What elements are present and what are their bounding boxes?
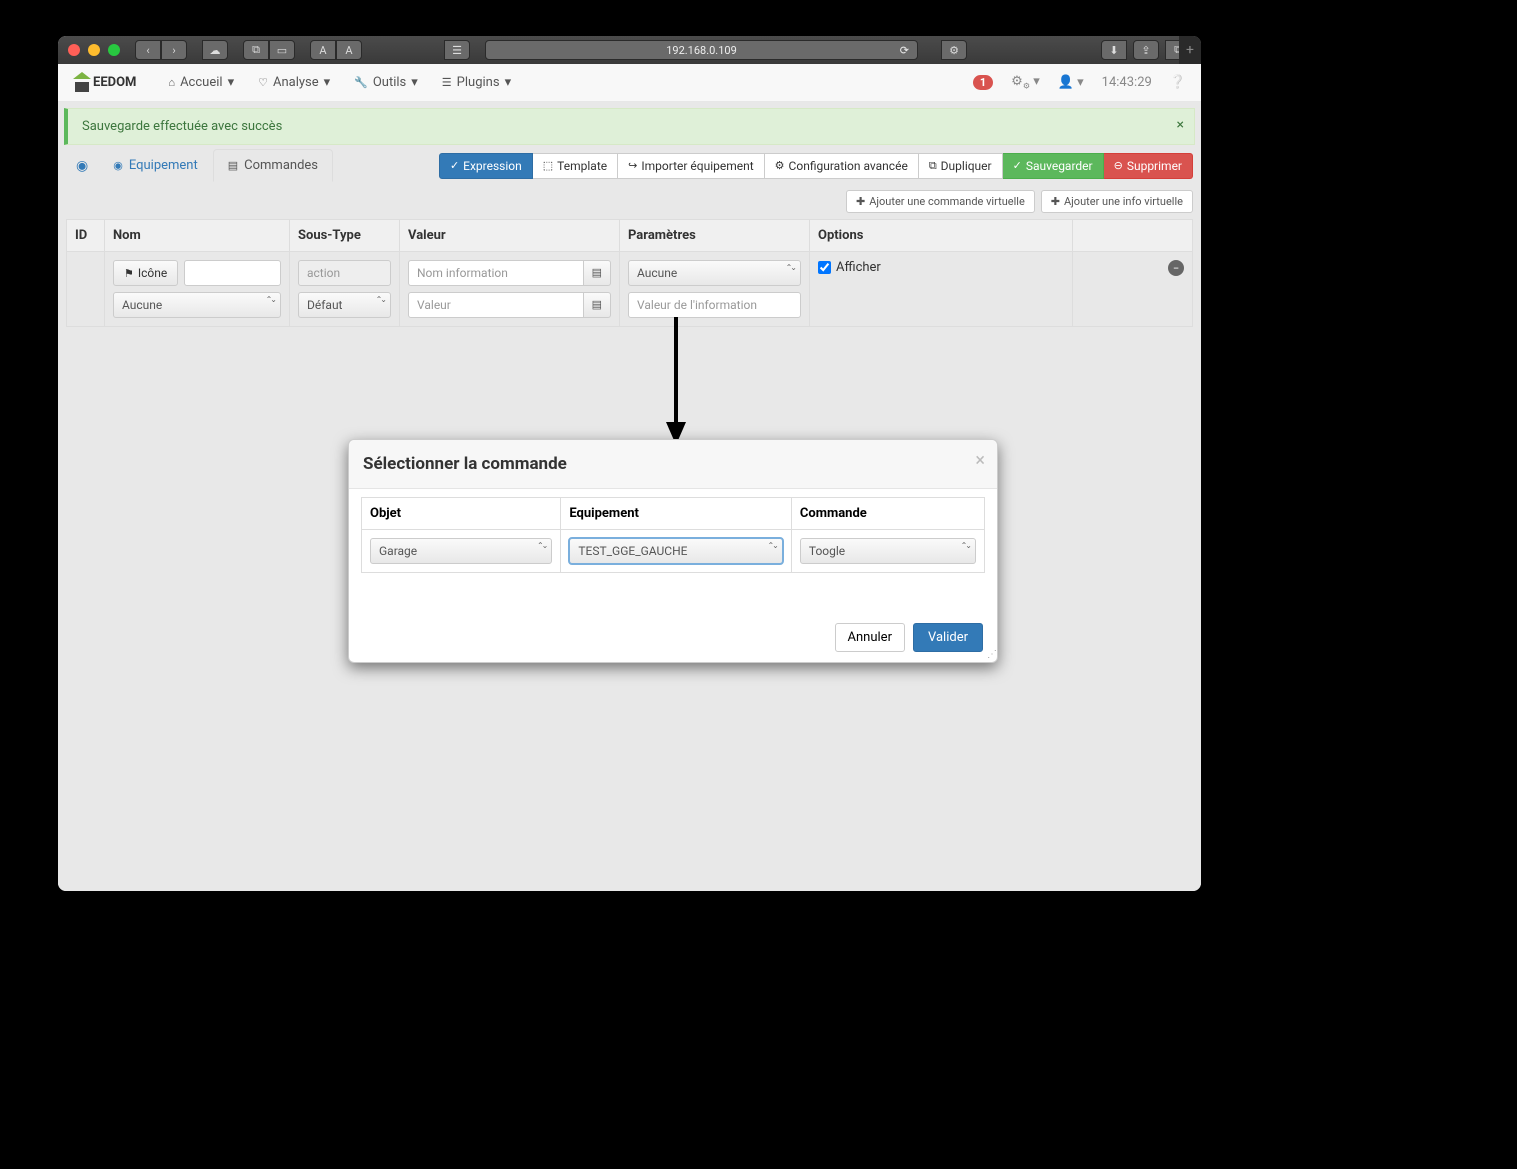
icloud-icon[interactable]: ☁︎ xyxy=(202,40,228,60)
delete-icon: ⊖ xyxy=(1114,159,1123,172)
btn-add-info[interactable]: ✚Ajouter une info virtuelle xyxy=(1041,190,1193,213)
remove-row[interactable]: − xyxy=(1168,260,1184,276)
btn-expression[interactable]: ✓Expression xyxy=(439,153,533,179)
tabs-icon[interactable]: ▭ xyxy=(269,40,295,60)
th-commande: Commande xyxy=(791,498,984,530)
logo-text: EEDOM xyxy=(93,75,136,90)
nav-outils[interactable]: 🔧Outils ▾ xyxy=(342,65,430,100)
notification-badge[interactable]: 1 xyxy=(973,75,993,90)
th-options: Options xyxy=(810,220,1073,252)
back-button[interactable]: ◉ xyxy=(66,150,98,182)
btn-dupliquer[interactable]: ⧉Dupliquer xyxy=(919,153,1003,179)
commande-select[interactable]: Toogle xyxy=(800,538,976,564)
cogs-icon: ⚙ xyxy=(775,159,785,172)
afficher-checkbox[interactable] xyxy=(818,261,831,274)
th-valeur: Valeur xyxy=(400,220,620,252)
th-soustype: Sous-Type xyxy=(290,220,400,252)
window-minimize[interactable] xyxy=(88,44,100,56)
plus-icon: ✚ xyxy=(1051,195,1060,208)
objet-select[interactable]: Garage xyxy=(370,538,552,564)
equipement-select[interactable]: TEST_GGE_GAUCHE xyxy=(569,538,783,564)
th-parametres: Paramètres xyxy=(620,220,810,252)
btn-config[interactable]: ⚙Configuration avancée xyxy=(765,153,919,179)
select-command-modal: Sélectionner la commande × Objet Equipem… xyxy=(348,439,998,663)
text-size-small[interactable]: A xyxy=(310,40,336,60)
nom-info-input[interactable] xyxy=(408,260,584,286)
clock: 14:43:29 xyxy=(1102,75,1152,90)
valeur-input[interactable] xyxy=(408,292,584,318)
logo[interactable]: EEDOM xyxy=(73,74,136,92)
th-id: ID xyxy=(67,220,105,252)
url-text: 192.168.0.109 xyxy=(666,44,737,57)
plugin-icon: ☰ xyxy=(442,76,452,89)
btn-annuler[interactable]: Annuler xyxy=(835,623,905,652)
nav-forward[interactable]: › xyxy=(161,40,187,60)
url-bar[interactable]: 192.168.0.109 ⟳ xyxy=(485,40,918,60)
help-icon[interactable]: ❔ xyxy=(1170,75,1186,90)
copy-icon: ⧉ xyxy=(929,159,937,173)
sidebar-toggle[interactable]: ⧉ xyxy=(243,40,269,60)
modal-title: Sélectionner la commande xyxy=(363,454,983,474)
new-tab[interactable]: + xyxy=(1179,36,1201,64)
resize-handle[interactable]: ⋰ xyxy=(987,649,995,660)
modal-close[interactable]: × xyxy=(975,450,985,471)
window-close[interactable] xyxy=(68,44,80,56)
settings-icon[interactable]: ⚙ xyxy=(941,40,967,60)
param-select[interactable]: Aucune xyxy=(628,260,801,286)
reader-icon[interactable]: ☰ xyxy=(444,40,470,60)
commands-table: ID Nom Sous-Type Valeur Paramètres Optio… xyxy=(66,219,1193,327)
table-row: ⚑Icône Aucune Défaut ▤ ▤ xyxy=(67,252,1193,327)
list-icon: ▤ xyxy=(228,159,238,172)
browser-titlebar: ‹ › ☁︎ ⧉ ▭ A A ☰ 192.168.0.109 ⟳ ⚙ ⬇ ⇪ ⧉… xyxy=(58,36,1201,64)
btn-valider[interactable]: Valider xyxy=(913,623,983,652)
list-picker[interactable]: ▤ xyxy=(584,292,611,318)
param-info-input[interactable] xyxy=(628,292,801,318)
cubes-icon: ⬚ xyxy=(543,159,553,172)
plus-icon: ✚ xyxy=(856,195,865,208)
btn-sauvegarder[interactable]: ✓Sauvegarder xyxy=(1003,153,1104,179)
nom-input[interactable] xyxy=(184,260,281,286)
nav-accueil[interactable]: ⌂Accueil ▾ xyxy=(156,65,246,100)
home-icon: ⌂ xyxy=(168,76,175,89)
share-icon[interactable]: ⇪ xyxy=(1133,40,1159,60)
wrench-icon: 🔧 xyxy=(354,76,368,89)
download-icon[interactable]: ⬇ xyxy=(1101,40,1127,60)
app-navbar: EEDOM ⌂Accueil ▾ ♡Analyse ▾ 🔧Outils ▾ ☰P… xyxy=(58,64,1201,102)
import-icon: ↪ xyxy=(628,159,637,172)
gears-icon[interactable]: ⚙⚙ ▾ xyxy=(1011,74,1040,91)
btn-template[interactable]: ⬚Template xyxy=(533,153,618,179)
alert-text: Sauvegarde effectuée avec succès xyxy=(82,119,282,134)
nav-back[interactable]: ‹ xyxy=(135,40,161,60)
annotation-arrow xyxy=(658,317,698,447)
action-input[interactable] xyxy=(298,260,391,286)
th-objet: Objet xyxy=(362,498,561,530)
tab-commandes[interactable]: ▤Commandes xyxy=(213,149,333,182)
th-equipement: Equipement xyxy=(561,498,792,530)
save-icon: ✓ xyxy=(1013,159,1022,172)
analyse-icon: ♡ xyxy=(258,76,268,89)
defaut-select[interactable]: Défaut xyxy=(298,292,391,318)
flag-icon: ⚑ xyxy=(124,267,134,280)
afficher-option[interactable]: Afficher xyxy=(818,260,1064,275)
nav-plugins[interactable]: ☰Plugins ▾ xyxy=(430,65,523,100)
btn-icone[interactable]: ⚑Icône xyxy=(113,260,178,286)
alert-close[interactable]: × xyxy=(1177,117,1184,133)
user-icon[interactable]: 👤 ▾ xyxy=(1058,75,1084,90)
reload-icon[interactable]: ⟳ xyxy=(900,44,909,57)
list-picker[interactable]: ▤ xyxy=(584,260,611,286)
th-nom: Nom xyxy=(105,220,290,252)
nav-analyse[interactable]: ♡Analyse ▾ xyxy=(246,65,342,100)
btn-supprimer[interactable]: ⊖Supprimer xyxy=(1104,153,1193,179)
window-zoom[interactable] xyxy=(108,44,120,56)
check-icon: ✓ xyxy=(450,159,459,172)
btn-add-cmd[interactable]: ✚Ajouter une commande virtuelle xyxy=(846,190,1035,213)
type-select[interactable]: Aucune xyxy=(113,292,281,318)
btn-importer[interactable]: ↪Importer équipement xyxy=(618,153,765,179)
dashboard-icon: ◉ xyxy=(113,159,123,172)
text-size-large[interactable]: A xyxy=(336,40,362,60)
success-alert: Sauvegarde effectuée avec succès × xyxy=(64,108,1195,145)
tab-equipement[interactable]: ◉Equipement xyxy=(98,149,213,182)
